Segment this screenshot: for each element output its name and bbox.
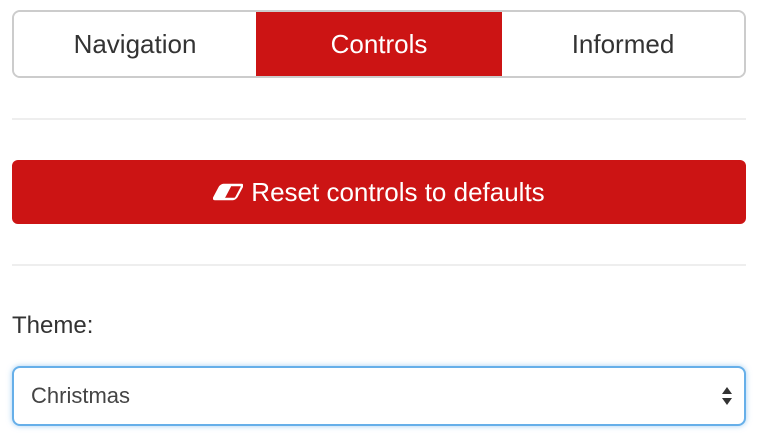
select-arrows-icon	[720, 385, 734, 407]
reset-controls-label: Reset controls to defaults	[251, 176, 545, 207]
theme-select[interactable]: Christmas	[12, 366, 746, 426]
theme-label: Theme:	[12, 312, 94, 339]
tab-navigation[interactable]: Navigation	[14, 12, 256, 76]
theme-selected-value: Christmas	[31, 383, 131, 408]
eraser-icon	[213, 181, 244, 203]
tab-bar: Navigation Controls Informed	[12, 10, 746, 78]
tab-controls[interactable]: Controls	[256, 12, 500, 76]
controls-panel: Navigation Controls Informed Reset contr…	[0, 0, 760, 446]
reset-controls-button[interactable]: Reset controls to defaults	[12, 160, 746, 224]
tab-informed[interactable]: Informed	[500, 12, 744, 76]
divider	[12, 264, 746, 266]
divider	[12, 118, 746, 120]
